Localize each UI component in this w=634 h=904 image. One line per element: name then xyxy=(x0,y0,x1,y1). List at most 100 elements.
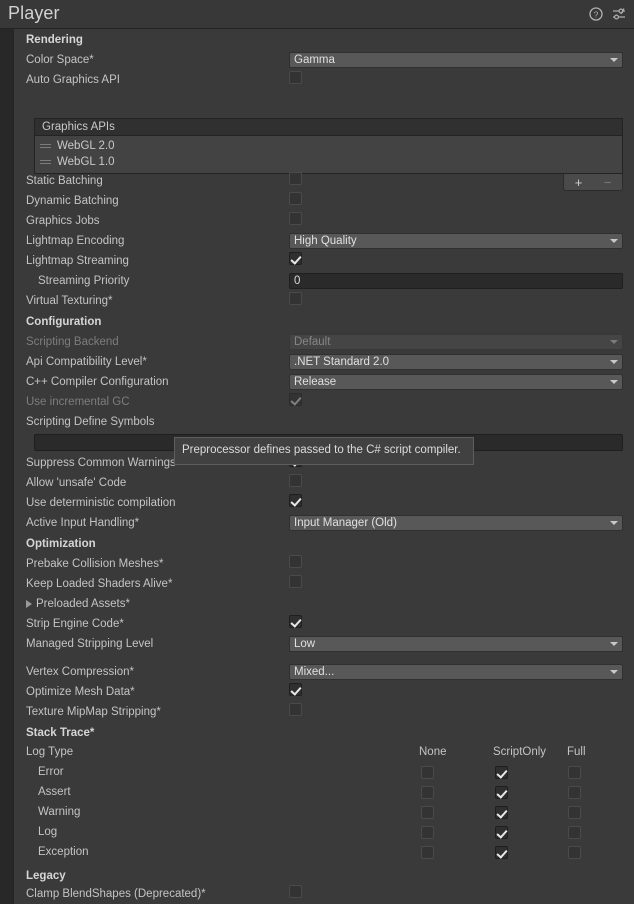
dropdown-value: Release xyxy=(294,376,337,388)
virtual-texturing-checkbox[interactable] xyxy=(289,292,302,305)
field-virtual-texturing: Virtual Texturing* xyxy=(14,291,634,311)
field-label: Active Input Handling* xyxy=(26,517,140,529)
stack-trace-log-none-checkbox[interactable] xyxy=(421,826,434,839)
input-value: 0 xyxy=(294,275,301,287)
section-legacy-title: Legacy xyxy=(26,869,66,882)
static-batching-checkbox[interactable] xyxy=(289,172,302,185)
auto-graphics-api-checkbox[interactable] xyxy=(289,71,302,84)
field-label: Keep Loaded Shaders Alive* xyxy=(26,578,173,590)
field-streaming-priority: Streaming Priority 0 xyxy=(14,271,634,291)
graphics-apis-header: Graphics APIs xyxy=(34,118,623,136)
stack-trace-log-scriptonly-checkbox[interactable] xyxy=(495,826,508,839)
section-optimization-title: Optimization xyxy=(26,537,96,550)
field-label: Allow 'unsafe' Code xyxy=(26,477,127,489)
use-deterministic-compilation-checkbox[interactable] xyxy=(289,494,302,507)
lightmap-streaming-checkbox[interactable] xyxy=(289,252,302,265)
field-use-incremental-gc: Use incremental GC xyxy=(14,392,634,412)
keep-loaded-shaders-alive-checkbox[interactable] xyxy=(289,575,302,588)
field-use-deterministic-compilation: Use deterministic compilation xyxy=(14,493,634,513)
chevron-down-icon xyxy=(610,670,618,674)
field-preloaded-assets[interactable]: Preloaded Assets* xyxy=(14,594,634,614)
settings-scroll-body[interactable]: Rendering Color Space* Gamma Auto Graphi… xyxy=(13,29,634,904)
field-active-input-handling: Active Input Handling* Input Manager (Ol… xyxy=(14,513,634,533)
field-lightmap-encoding: Lightmap Encoding High Quality xyxy=(14,231,634,251)
drag-handle-icon[interactable] xyxy=(40,144,52,148)
help-circle-icon[interactable]: ? xyxy=(589,7,603,21)
prebake-collision-meshes-checkbox[interactable] xyxy=(289,555,302,568)
field-auto-graphics-api: Auto Graphics API xyxy=(14,70,634,90)
stack-trace-warning-full-checkbox[interactable] xyxy=(568,806,581,819)
cpp-compiler-configuration-dropdown[interactable]: Release xyxy=(289,374,623,390)
graphics-jobs-checkbox[interactable] xyxy=(289,212,302,225)
stack-trace-log-full-checkbox[interactable] xyxy=(568,826,581,839)
field-label: Vertex Compression* xyxy=(26,666,135,678)
stack-trace-exception-scriptonly-checkbox[interactable] xyxy=(495,846,508,859)
stack-trace-row-label: Error xyxy=(38,766,64,778)
chevron-down-icon xyxy=(610,58,618,62)
stack-trace-row-label: Warning xyxy=(38,806,81,818)
active-input-handling-dropdown[interactable]: Input Manager (Old) xyxy=(289,515,623,531)
clamp-blendshapes-checkbox[interactable] xyxy=(289,885,302,898)
color-space-dropdown[interactable]: Gamma xyxy=(289,52,623,68)
lightmap-encoding-dropdown[interactable]: High Quality xyxy=(289,233,623,249)
stack-trace-warning-scriptonly-checkbox[interactable] xyxy=(495,806,508,819)
page-title: Player xyxy=(8,3,60,23)
field-strip-engine-code: Strip Engine Code* xyxy=(14,614,634,634)
stack-trace-error-scriptonly-checkbox[interactable] xyxy=(495,766,508,779)
stack-trace-assert-full-checkbox[interactable] xyxy=(568,786,581,799)
api-compatibility-level-dropdown[interactable]: .NET Standard 2.0 xyxy=(289,354,623,370)
optimize-mesh-data-checkbox[interactable] xyxy=(289,683,302,696)
stack-trace-exception-none-checkbox[interactable] xyxy=(421,846,434,859)
managed-stripping-level-dropdown[interactable]: Low xyxy=(289,636,623,652)
table-row: Assert xyxy=(14,783,634,803)
window-header: Player ? xyxy=(0,0,634,29)
stack-trace-warning-none-checkbox[interactable] xyxy=(421,806,434,819)
field-label: Api Compatibility Level* xyxy=(26,356,147,368)
stack-trace-row-label: Log xyxy=(38,826,58,838)
table-row: Error xyxy=(14,763,634,783)
field-label: Managed Stripping Level xyxy=(26,638,154,650)
graphics-apis-title: Graphics APIs xyxy=(42,121,115,133)
field-managed-stripping-level: Managed Stripping Level Low xyxy=(14,634,634,654)
stack-trace-column-full: Full xyxy=(567,746,586,758)
chevron-right-icon[interactable] xyxy=(26,600,32,608)
field-label: Lightmap Streaming xyxy=(26,255,129,267)
stack-trace-column-none: None xyxy=(419,746,447,758)
player-settings-window: Player ? Rendering Color Space* Gamma Au… xyxy=(0,0,634,904)
strip-engine-code-checkbox[interactable] xyxy=(289,615,302,628)
field-dynamic-batching: Dynamic Batching xyxy=(14,191,634,211)
field-scripting-backend: Scripting Backend Default xyxy=(14,332,634,352)
field-label: Streaming Priority xyxy=(38,275,130,287)
stack-trace-assert-scriptonly-checkbox[interactable] xyxy=(495,786,508,799)
field-label: Static Batching xyxy=(26,175,103,187)
field-label: Prebake Collision Meshes* xyxy=(26,558,164,570)
vertex-compression-dropdown[interactable]: Mixed... xyxy=(289,664,623,680)
field-label: Dynamic Batching xyxy=(26,195,119,207)
field-label: Virtual Texturing* xyxy=(26,295,113,307)
dynamic-batching-checkbox[interactable] xyxy=(289,192,302,205)
stack-trace-row-header: Log Type xyxy=(26,746,74,758)
allow-unsafe-code-checkbox[interactable] xyxy=(289,474,302,487)
stack-trace-exception-full-checkbox[interactable] xyxy=(568,846,581,859)
field-allow-unsafe-code: Allow 'unsafe' Code xyxy=(14,473,634,493)
stack-trace-error-full-checkbox[interactable] xyxy=(568,766,581,779)
texture-mipmap-stripping-checkbox[interactable] xyxy=(289,703,302,716)
stack-trace-column-scriptonly: ScriptOnly xyxy=(493,746,547,758)
dropdown-value: Input Manager (Old) xyxy=(294,517,397,529)
field-cpp-compiler-configuration: C++ Compiler Configuration Release xyxy=(14,372,634,392)
list-item[interactable]: WebGL 1.0 xyxy=(35,154,622,170)
field-label: Lightmap Encoding xyxy=(26,235,125,247)
list-item[interactable]: WebGL 2.0 xyxy=(35,138,622,154)
field-optimize-mesh-data: Optimize Mesh Data* xyxy=(14,682,634,702)
left-gutter xyxy=(0,29,13,904)
stack-trace-error-none-checkbox[interactable] xyxy=(421,766,434,779)
table-row: Log xyxy=(14,823,634,843)
preset-settings-icon[interactable] xyxy=(612,7,626,21)
field-label: Scripting Define Symbols xyxy=(26,416,155,428)
chevron-down-icon xyxy=(610,340,618,344)
drag-handle-icon[interactable] xyxy=(40,160,52,164)
stack-trace-assert-none-checkbox[interactable] xyxy=(421,786,434,799)
graphics-apis-items: WebGL 2.0 WebGL 1.0 xyxy=(34,136,623,174)
streaming-priority-input[interactable]: 0 xyxy=(289,273,623,289)
dropdown-value: Default xyxy=(294,336,331,348)
